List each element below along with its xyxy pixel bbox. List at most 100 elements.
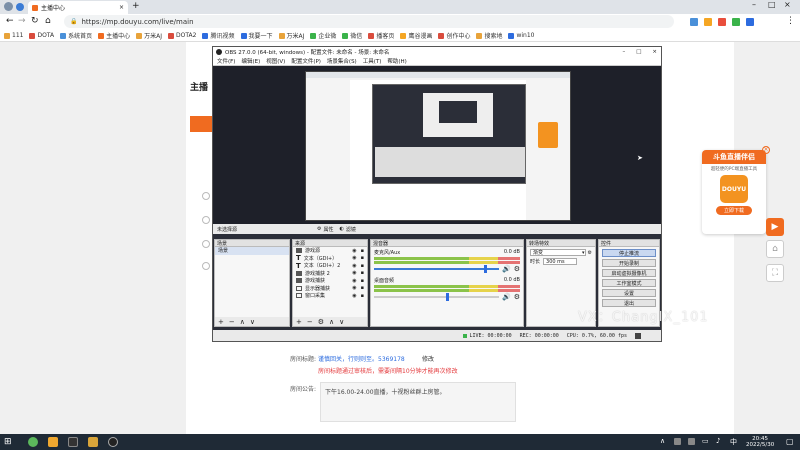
bookmark-item[interactable]: 搜索地 <box>476 31 502 40</box>
back-icon[interactable]: ← <box>6 16 14 26</box>
duration-input[interactable]: 300 ms <box>543 258 578 265</box>
address-bar[interactable]: 🔒 https://mp.douyu.com/live/main <box>64 15 674 28</box>
bookmark-item[interactable]: 鹰谷漫画 <box>400 31 432 40</box>
ime-icon[interactable]: 中 <box>730 437 737 447</box>
obs-maximize-button[interactable]: □ <box>632 49 645 55</box>
properties-button[interactable]: ⚙ 属性 <box>317 226 334 233</box>
start-recording-button[interactable]: 开始录制 <box>602 259 656 267</box>
browser-menu-icon[interactable]: ⋮ <box>786 16 795 26</box>
obs-menu-scene-collection[interactable]: 场景集合(S) <box>327 57 357 65</box>
bookmark-item[interactable]: 万米AJ <box>278 31 304 40</box>
obs-menu-view[interactable]: 视图(V) <box>266 57 285 65</box>
room-announce-textarea[interactable]: 下午16.00-24.00直播，十视粉丝群上房管。 <box>320 382 516 422</box>
taskbar-obs-icon[interactable] <box>108 437 118 447</box>
sidebar-icon[interactable] <box>202 216 210 224</box>
taskbar-app-icon[interactable] <box>48 437 58 447</box>
windows-start-icon[interactable]: ⊞ <box>4 437 12 447</box>
visibility-eye-icon[interactable]: ◉ <box>352 255 356 261</box>
forward-icon[interactable]: → <box>18 16 26 26</box>
source-item[interactable]: 显示器捕获 ◉ ▪ <box>293 285 367 293</box>
lock-icon[interactable]: ▪ <box>361 278 364 284</box>
live-companion-ad[interactable]: 斗鱼直播伴侣 超轻便的PC端直播工具 DOUYU 立即下载 <box>702 150 766 234</box>
notification-icon[interactable]: ▢ <box>786 437 794 446</box>
extension-icon-1[interactable] <box>690 18 698 26</box>
bookmark-item[interactable]: 腾讯视频 <box>202 31 235 40</box>
reload-icon[interactable]: ↻ <box>31 16 39 26</box>
studio-mode-button[interactable]: 工作室模式 <box>602 279 656 287</box>
mixer-settings-icon[interactable]: ⚙ <box>514 293 520 301</box>
bookmark-item[interactable]: 万米AJ <box>136 31 162 40</box>
obs-menu-tools[interactable]: 工具(T) <box>363 57 382 65</box>
source-item[interactable]: 窗口采集 ◉ ▪ <box>293 292 367 300</box>
browser-profile-icon[interactable] <box>4 2 13 11</box>
bookmark-item[interactable]: DOTA2 <box>168 32 196 39</box>
bookmark-item[interactable]: 企业微 <box>310 31 336 40</box>
speaker-icon[interactable]: 🔊 <box>502 265 511 273</box>
float-live-button[interactable]: ▶ <box>766 218 784 236</box>
scene-item[interactable]: 场景 <box>215 247 289 255</box>
volume-slider[interactable] <box>374 265 499 273</box>
move-up-icon[interactable]: ∧ <box>240 318 245 326</box>
tray-icon[interactable] <box>688 438 695 445</box>
bookmark-item[interactable]: win10 <box>508 32 535 39</box>
sidebar-icon[interactable] <box>202 240 210 248</box>
move-down-icon[interactable]: ∨ <box>339 318 344 326</box>
ad-download-button[interactable]: 立即下载 <box>716 206 752 215</box>
source-item[interactable]: T 文本（GDI+）2 ◉ ▪ <box>293 262 367 270</box>
extension-icon-3[interactable] <box>718 18 726 26</box>
sidebar-icon[interactable] <box>202 262 210 270</box>
volume-slider[interactable] <box>374 293 499 301</box>
obs-close-button[interactable]: × <box>648 49 661 55</box>
remove-scene-icon[interactable]: − <box>229 318 235 326</box>
window-close-button[interactable]: × <box>784 0 791 9</box>
obs-preview-area[interactable]: ➤ <box>213 66 661 224</box>
source-item[interactable]: 游戏捕获 ◉ ▪ <box>293 277 367 285</box>
source-item[interactable]: 游戏捕获 2 ◉ ▪ <box>293 270 367 278</box>
visibility-eye-icon[interactable]: ◉ <box>352 285 356 291</box>
lock-icon[interactable]: ▪ <box>361 248 364 254</box>
bookmark-item[interactable]: 系统首页 <box>60 31 92 40</box>
lock-icon[interactable]: ▪ <box>361 285 364 291</box>
settings-button[interactable]: 设置 <box>602 289 656 297</box>
taskbar-app-icon[interactable] <box>88 437 98 447</box>
obs-menu-edit[interactable]: 编辑(E) <box>241 57 260 65</box>
lock-icon[interactable]: ▪ <box>361 270 364 276</box>
lock-icon[interactable]: ▪ <box>361 255 364 261</box>
filters-button[interactable]: ◐ 滤镜 <box>340 226 356 233</box>
window-maximize-button[interactable]: □ <box>768 0 776 9</box>
tray-icon[interactable] <box>674 438 681 445</box>
obs-minimize-button[interactable]: – <box>618 49 629 55</box>
bookmark-item[interactable]: 播客页 <box>368 31 394 40</box>
window-minimize-button[interactable]: – <box>752 0 756 9</box>
visibility-eye-icon[interactable]: ◉ <box>352 278 356 284</box>
float-home-button[interactable]: ⌂ <box>766 240 784 258</box>
bookmark-item[interactable]: 创作中心 <box>438 31 470 40</box>
source-item[interactable]: T 文本（GDI+） ◉ ▪ <box>293 254 367 262</box>
bookmark-item[interactable]: 微信 <box>342 31 362 40</box>
taskbar-app-icon[interactable] <box>68 437 78 447</box>
speaker-icon[interactable]: 🔊 <box>502 293 511 301</box>
transition-select[interactable]: 渐变 ▾ <box>530 249 586 256</box>
obs-preview-canvas[interactable] <box>305 71 571 221</box>
add-scene-icon[interactable]: + <box>218 318 224 326</box>
tab-main-center[interactable]: 主播中心 × <box>28 1 128 14</box>
taskbar-clock[interactable]: 20:45 2022/5/30 <box>746 436 774 448</box>
remove-source-icon[interactable]: − <box>307 318 313 326</box>
visibility-eye-icon[interactable]: ◉ <box>352 270 356 276</box>
sidebar-item-active[interactable] <box>190 116 212 132</box>
source-item[interactable]: 游戏源 ◉ ▪ <box>293 247 367 255</box>
room-title-edit-link[interactable]: 修改 <box>422 354 434 363</box>
lock-icon[interactable]: ▪ <box>361 263 364 269</box>
sidebar-icon[interactable] <box>202 192 210 200</box>
browser-tab-search-icon[interactable] <box>16 3 24 11</box>
volume-icon[interactable]: ♪ <box>716 437 720 445</box>
bookmark-item[interactable]: 主播中心 <box>98 31 130 40</box>
obs-menu-profile[interactable]: 配置文件(P) <box>291 57 321 65</box>
stop-streaming-button[interactable]: 停止推流 <box>602 249 656 257</box>
source-settings-icon[interactable]: ⚙ <box>318 318 324 326</box>
visibility-eye-icon[interactable]: ◉ <box>352 263 356 269</box>
tab-close-icon[interactable]: × <box>119 4 124 11</box>
move-up-icon[interactable]: ∧ <box>329 318 334 326</box>
tray-chevron-icon[interactable]: ∧ <box>660 437 665 445</box>
extension-icon-4[interactable] <box>732 18 740 26</box>
